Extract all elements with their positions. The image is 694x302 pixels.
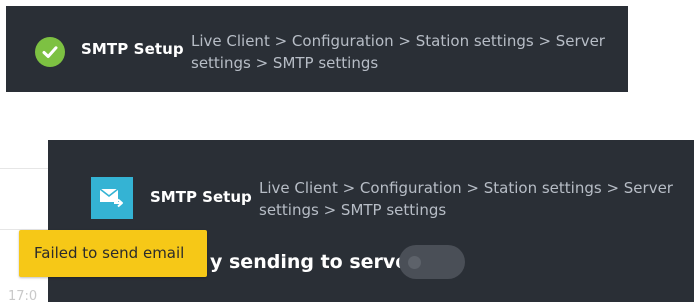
send-to-server-toggle[interactable] (399, 245, 465, 279)
error-tooltip-text: Failed to send email (34, 244, 185, 262)
mail-send-icon (91, 177, 133, 219)
error-tooltip: Failed to send email (19, 230, 207, 277)
toast-title: SMTP Setup (81, 40, 184, 58)
setting-label: y sending to server (210, 251, 418, 273)
smtp-success-toast: SMTP Setup Live Client > Configuration >… (6, 6, 628, 92)
screenshot-stage: 17:0 SMTP Setup Live Client > Configurat… (0, 0, 694, 302)
check-circle-icon (35, 37, 65, 67)
panel-breadcrumb: Live Client > Configuration > Station se… (259, 179, 673, 219)
smtp-setup-panel: SMTP Setup Live Client > Configuration >… (48, 140, 694, 302)
background-divider (0, 168, 48, 169)
panel-title: SMTP Setup (150, 188, 252, 206)
toast-breadcrumb: Live Client > Configuration > Station se… (191, 32, 605, 72)
background-time-text: 17:0 (8, 289, 38, 302)
toggle-knob (408, 256, 421, 269)
